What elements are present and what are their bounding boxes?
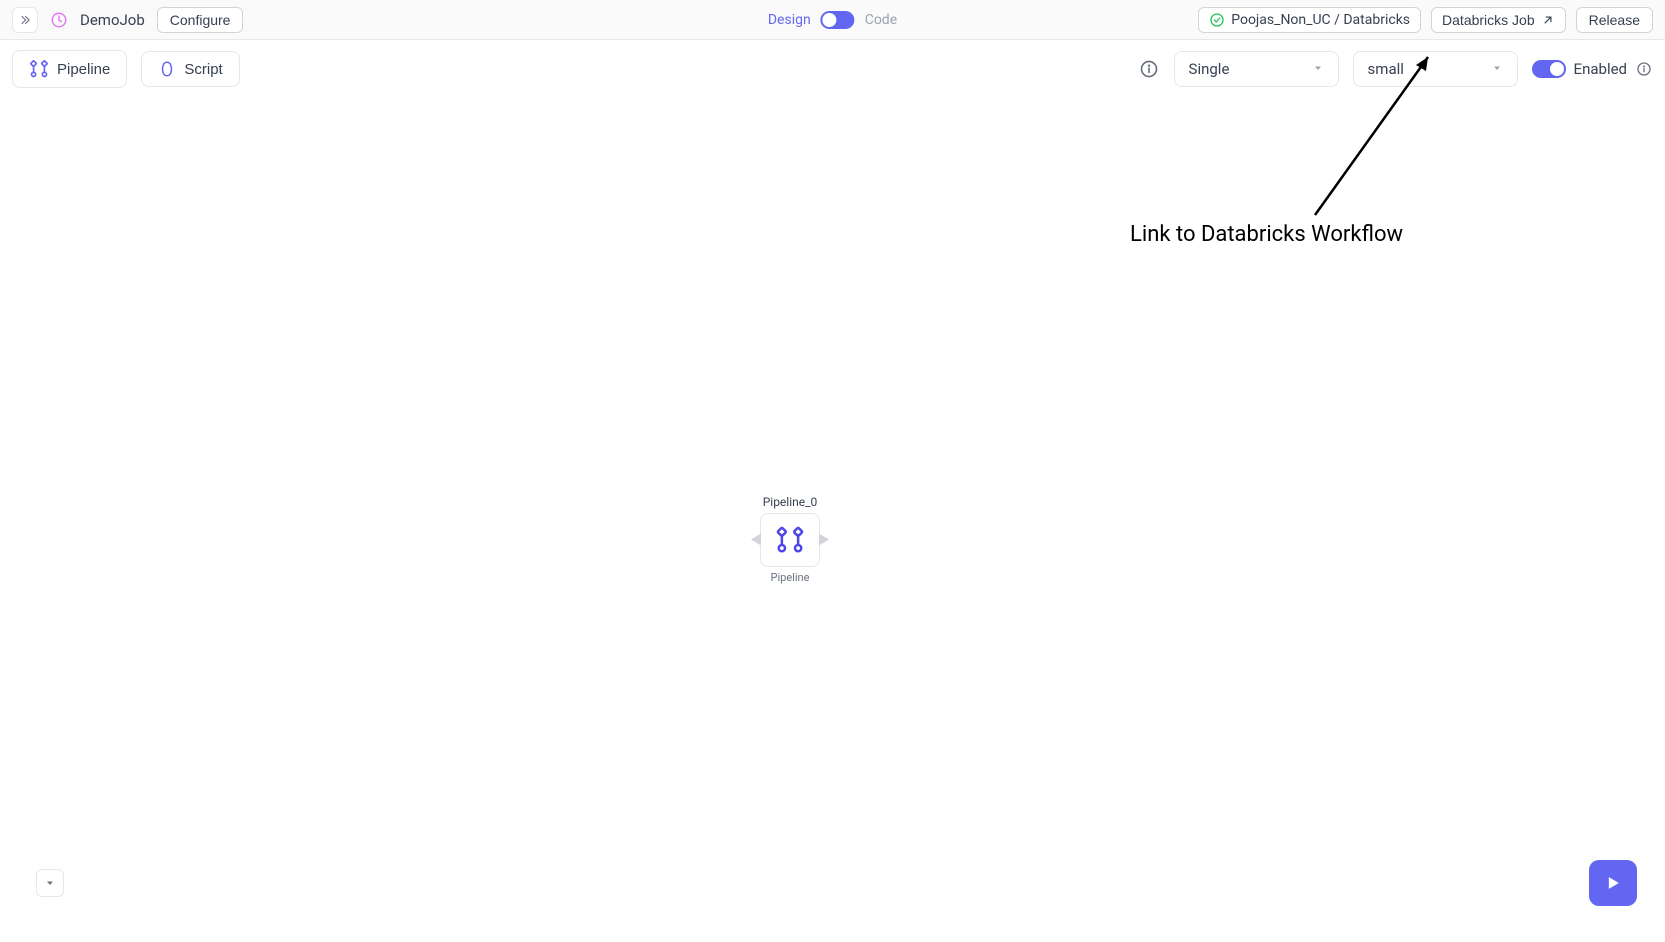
pipeline-node-icon (775, 525, 805, 555)
expand-sidebar-button[interactable] (12, 7, 38, 33)
script-icon (158, 60, 176, 78)
toggle-knob (1550, 62, 1564, 76)
toggle-knob (823, 13, 837, 27)
enabled-label: Enabled (1574, 60, 1627, 78)
databricks-job-button[interactable]: Databricks Job (1431, 7, 1566, 33)
info-button[interactable] (1138, 58, 1160, 80)
code-mode-label[interactable]: Code (865, 12, 897, 28)
design-code-toggle[interactable] (821, 11, 855, 29)
pipeline-icon (29, 59, 49, 79)
databricks-job-label: Databricks Job (1442, 12, 1535, 28)
clock-icon (50, 11, 68, 29)
caret-down-icon (44, 877, 56, 889)
top-header: DemoJob Configure Design Code Poojas_Non… (0, 0, 1665, 40)
cluster-size-value: small (1368, 60, 1404, 78)
schedule-mode-select[interactable]: Single (1174, 51, 1339, 87)
node-subtitle: Pipeline (771, 571, 810, 584)
info-icon (1636, 61, 1652, 77)
caret-down-icon (1491, 60, 1503, 78)
annotation-label: Link to Databricks Workflow (1130, 222, 1403, 247)
header-left-group: DemoJob Configure (12, 7, 243, 33)
job-name-label: DemoJob (80, 11, 145, 29)
info-icon (1139, 59, 1159, 79)
view-mode-switch: Design Code (768, 11, 897, 29)
chevron-double-right-icon (18, 13, 32, 27)
toolbar-right-group: Single small Enabled (1138, 51, 1653, 87)
node-title: Pipeline_0 (763, 495, 818, 509)
design-mode-label[interactable]: Design (768, 12, 811, 28)
pipeline-tool-button[interactable]: Pipeline (12, 50, 127, 88)
configure-button-label: Configure (170, 12, 231, 28)
run-button[interactable] (1589, 860, 1637, 906)
header-right-group: Poojas_Non_UC / Databricks Databricks Jo… (1198, 7, 1653, 33)
external-link-icon (1541, 13, 1555, 27)
release-button[interactable]: Release (1576, 7, 1653, 33)
input-port-icon[interactable] (751, 531, 761, 550)
fabric-selector[interactable]: Poojas_Non_UC / Databricks (1198, 7, 1421, 33)
enabled-toggle[interactable] (1532, 60, 1566, 78)
enabled-info-button[interactable] (1635, 60, 1653, 78)
fabric-label: Poojas_Non_UC / Databricks (1231, 12, 1410, 28)
schedule-mode-value: Single (1189, 60, 1230, 78)
canvas-menu-button[interactable] (36, 869, 64, 897)
enabled-toggle-group: Enabled (1532, 60, 1653, 78)
cluster-size-select[interactable]: small (1353, 51, 1518, 87)
script-tool-label: Script (184, 61, 222, 78)
configure-button[interactable]: Configure (157, 7, 244, 33)
node-box[interactable] (760, 513, 820, 567)
script-tool-button[interactable]: Script (141, 51, 239, 87)
release-button-label: Release (1589, 12, 1640, 28)
play-icon (1603, 873, 1623, 893)
canvas[interactable]: Pipeline_0 Pipeline (0, 90, 1665, 942)
pipeline-node[interactable]: Pipeline_0 Pipeline (760, 495, 820, 584)
caret-down-icon (1312, 60, 1324, 78)
check-circle-icon (1209, 12, 1225, 28)
output-port-icon[interactable] (819, 531, 829, 550)
pipeline-tool-label: Pipeline (57, 61, 110, 78)
